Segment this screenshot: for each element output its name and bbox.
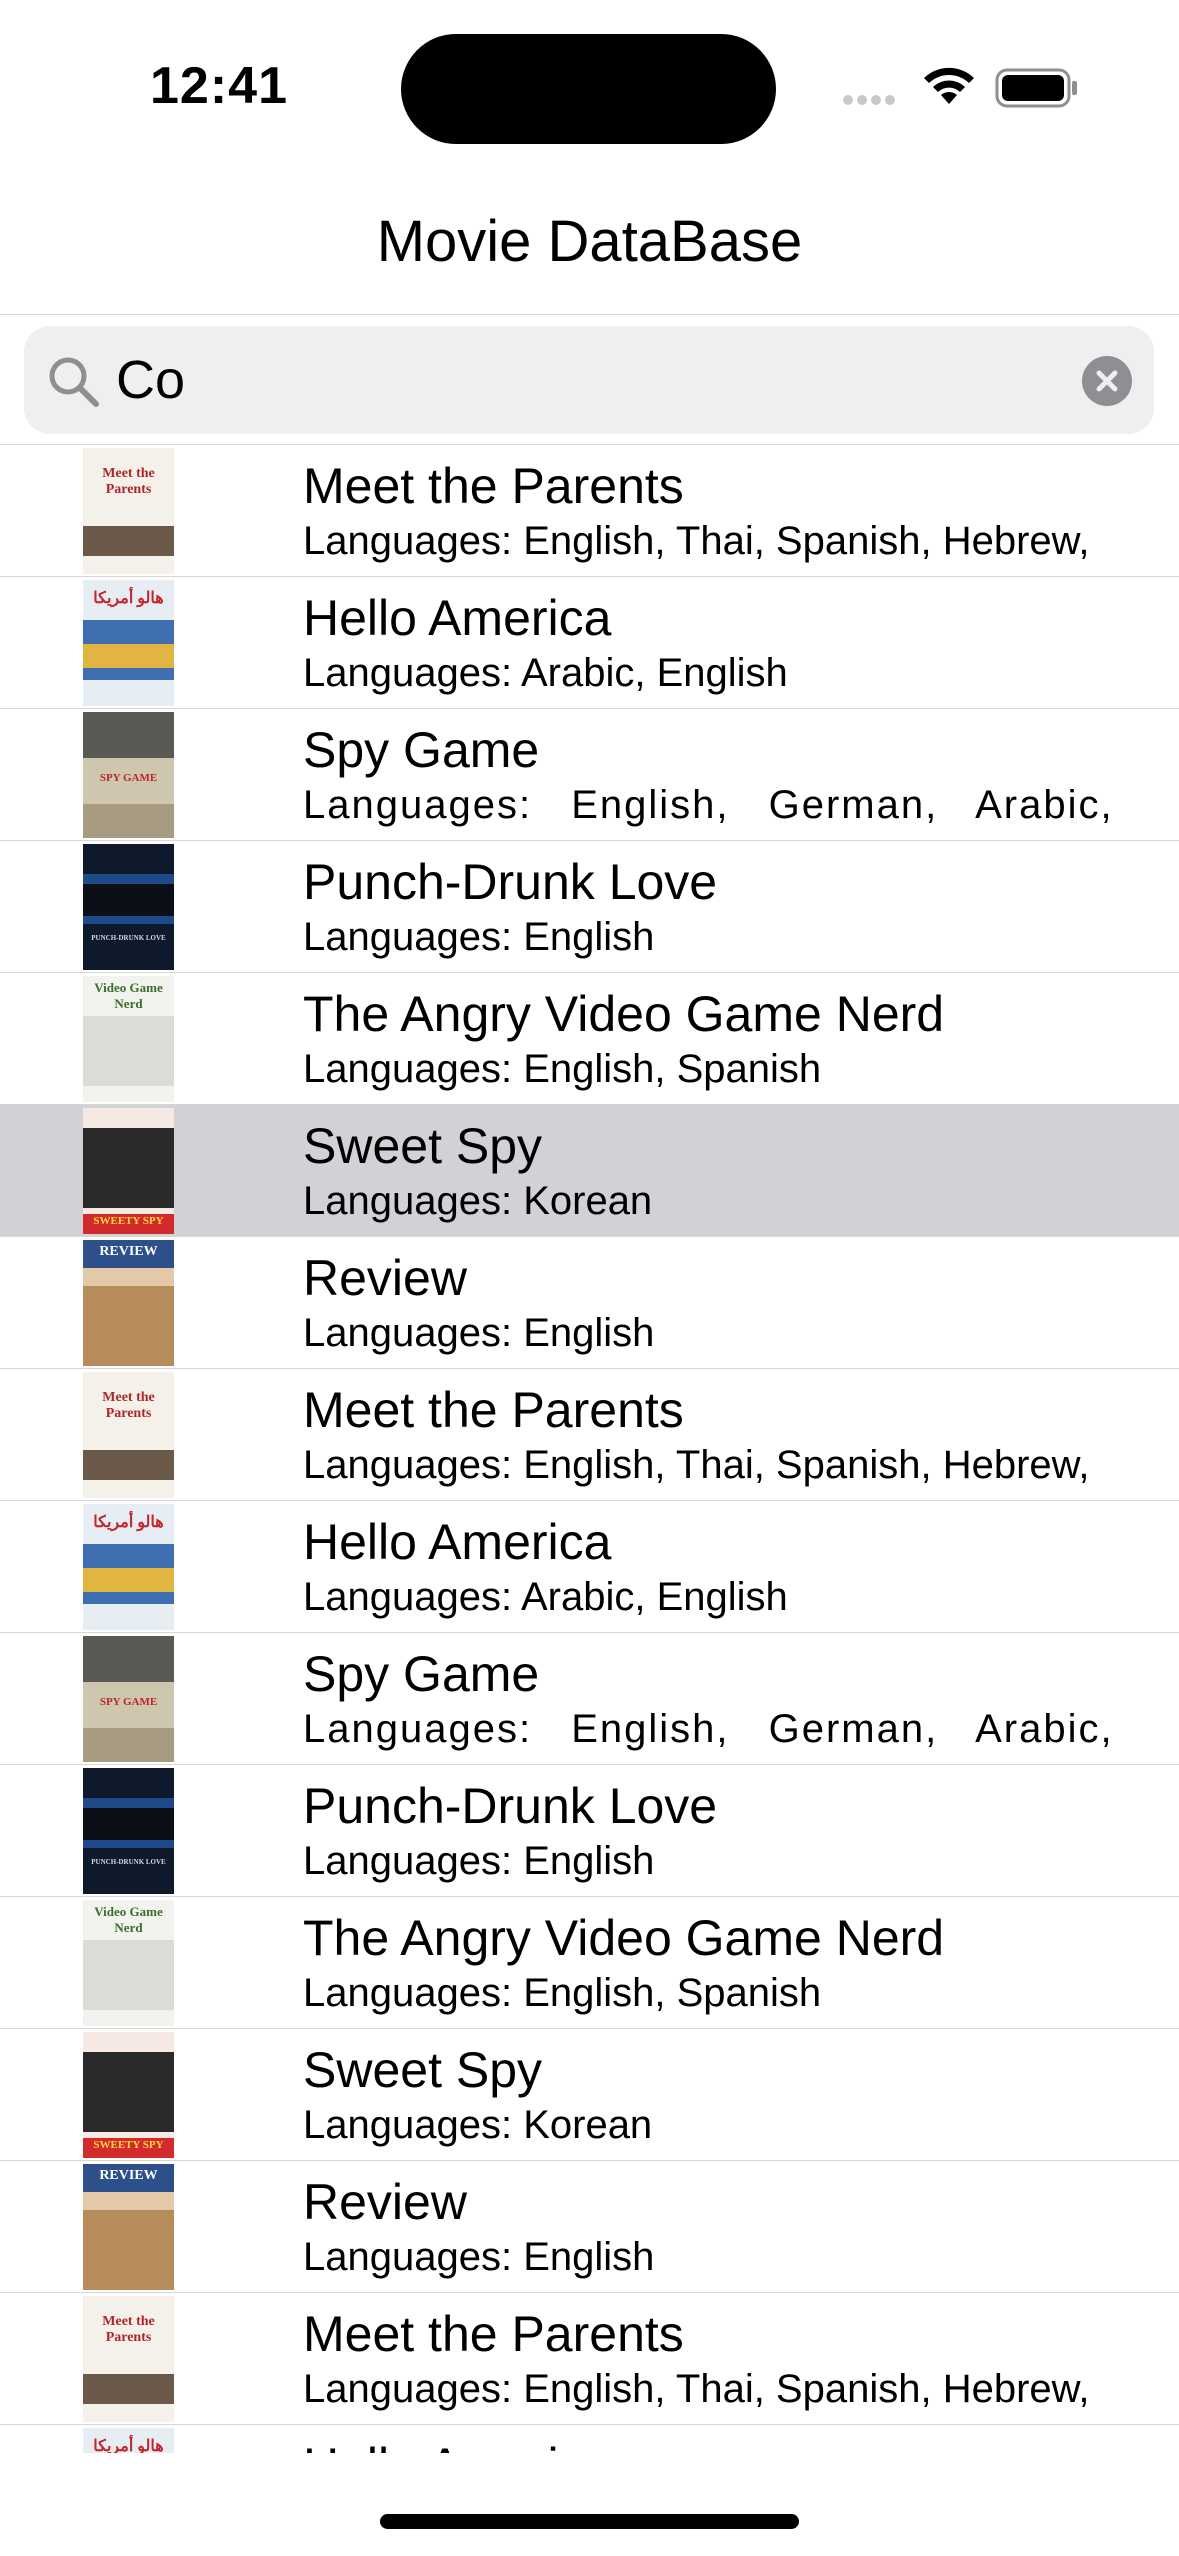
movie-languages: Languages: English, German, Arabic,	[303, 783, 1114, 827]
movie-row[interactable]: Meet the Parents Meet the Parents Language…	[0, 445, 1179, 577]
movie-languages: Languages: English	[303, 1839, 655, 1883]
movie-title: Sweet Spy	[303, 1118, 543, 1174]
movie-title: Spy Game	[303, 1646, 540, 1702]
movie-row[interactable]: Video Game Nerd The Angry Video Game Nerd…	[0, 1897, 1179, 2029]
movie-title: Meet the Parents	[303, 1382, 684, 1438]
home-indicator[interactable]	[380, 2514, 799, 2529]
movie-row[interactable]: REVIEW Review Languages: English	[0, 2161, 1179, 2293]
movie-poster: SWEETY SPY	[83, 2032, 174, 2158]
movie-poster: Meet the Parents	[83, 1372, 174, 1498]
close-icon	[1096, 370, 1118, 392]
status-bar: 12:41	[0, 0, 1179, 160]
movie-poster: SPY GAME	[83, 712, 174, 838]
movie-title: Punch-Drunk Love	[303, 1778, 718, 1834]
nav-divider	[0, 314, 1179, 315]
movie-title: The Angry Video Game Nerd	[303, 986, 945, 1042]
movie-languages: Languages: English, Thai, Spanish, Hebre…	[303, 2367, 1090, 2411]
dynamic-island	[401, 34, 776, 144]
cellular-signal-icon	[843, 92, 905, 108]
search-icon	[49, 357, 99, 407]
movie-poster: PUNCH-DRUNK LOVE	[83, 844, 174, 970]
movie-title: Review	[303, 1250, 467, 1306]
movie-title: The Angry Video Game Nerd	[303, 1910, 945, 1966]
movie-title: Review	[303, 2174, 467, 2230]
movie-row[interactable]: SWEETY SPY Sweet Spy Languages: Korean	[0, 2029, 1179, 2161]
movie-row[interactable]: Meet the Parents Meet the Parents Language…	[0, 1369, 1179, 1501]
movie-poster: Meet the Parents	[83, 448, 174, 574]
movie-title: Sweet Spy	[303, 2042, 543, 2098]
movie-languages: Languages: Korean	[303, 1179, 653, 1223]
page-title: Movie DataBase	[376, 209, 803, 274]
movie-title: Hello America	[303, 590, 612, 646]
movie-title: Meet the Parents	[303, 2306, 684, 2362]
movie-list[interactable]: Meet the Parents Meet the Parents Language…	[0, 445, 1179, 2453]
movie-title: Meet the Parents	[303, 458, 684, 514]
movie-row[interactable]: PUNCH-DRUNK LOVE Punch-Drunk Love Language…	[0, 1765, 1179, 1897]
movie-poster: SWEETY SPY	[83, 1108, 174, 1234]
movie-row[interactable]: Meet the Parents Meet the Parents Language…	[0, 2293, 1179, 2425]
movie-title: Hello America	[303, 2437, 611, 2453]
movie-row[interactable]: Video Game Nerd The Angry Video Game Nerd…	[0, 973, 1179, 1105]
movie-poster: هالو أمريكا	[83, 2428, 174, 2453]
movie-poster: REVIEW	[83, 2164, 174, 2290]
movie-row[interactable]: هالو أمريكا Hello America Languages: Arabi…	[0, 1501, 1179, 1633]
movie-languages: Languages: Arabic, English	[303, 651, 788, 695]
movie-languages: Languages: English, Thai, Spanish, Hebre…	[303, 519, 1090, 563]
movie-languages: Languages: Arabic, English	[303, 1575, 788, 1619]
movie-poster: هالو أمريكا	[83, 580, 174, 706]
movie-row[interactable]: SWEETY SPY Sweet Spy Languages: Korean	[0, 1105, 1179, 1237]
movie-poster: SPY GAME	[83, 1636, 174, 1762]
search-bar[interactable]	[24, 326, 1154, 434]
movie-title: Spy Game	[303, 722, 540, 778]
movie-languages: Languages: English	[303, 1311, 655, 1355]
movie-poster: هالو أمريكا	[83, 1504, 174, 1630]
movie-title: Hello America	[303, 1514, 612, 1570]
movie-languages: Languages: English, Thai, Spanish, Hebre…	[303, 1443, 1090, 1487]
movie-poster: Video Game Nerd	[83, 1900, 174, 2026]
search-input[interactable]	[116, 342, 1016, 418]
movie-poster: PUNCH-DRUNK LOVE	[83, 1768, 174, 1894]
movie-languages: Languages: English, Spanish	[303, 1971, 822, 2015]
movie-languages: Languages: Korean	[303, 2103, 653, 2147]
movie-languages: Languages: English, German, Arabic,	[303, 1707, 1114, 1751]
movie-languages: Languages: English	[303, 2235, 655, 2279]
movie-languages: Languages: English	[303, 915, 655, 959]
movie-languages: Languages: English, Spanish	[303, 1047, 822, 1091]
wifi-icon	[924, 67, 974, 104]
status-time: 12:41	[150, 57, 288, 115]
movie-row[interactable]: REVIEW Review Languages: English	[0, 1237, 1179, 1369]
movie-row[interactable]: PUNCH-DRUNK LOVE Punch-Drunk Love Language…	[0, 841, 1179, 973]
movie-row[interactable]: SPY GAME Spy Game Languages: English, Germ…	[0, 709, 1179, 841]
movie-row[interactable]: هالو أمريكا Hello America Languages: Arabi…	[0, 577, 1179, 709]
movie-title: Punch-Drunk Love	[303, 854, 718, 910]
clear-search-button[interactable]	[1082, 356, 1132, 406]
movie-row[interactable]: SPY GAME Spy Game Languages: English, Germ…	[0, 1633, 1179, 1765]
battery-icon	[995, 68, 1077, 108]
movie-poster: Meet the Parents	[83, 2296, 174, 2422]
movie-poster: REVIEW	[83, 1240, 174, 1366]
movie-poster: Video Game Nerd	[83, 976, 174, 1102]
movie-row[interactable]: هالو أمريكا Hello America	[0, 2425, 1179, 2453]
